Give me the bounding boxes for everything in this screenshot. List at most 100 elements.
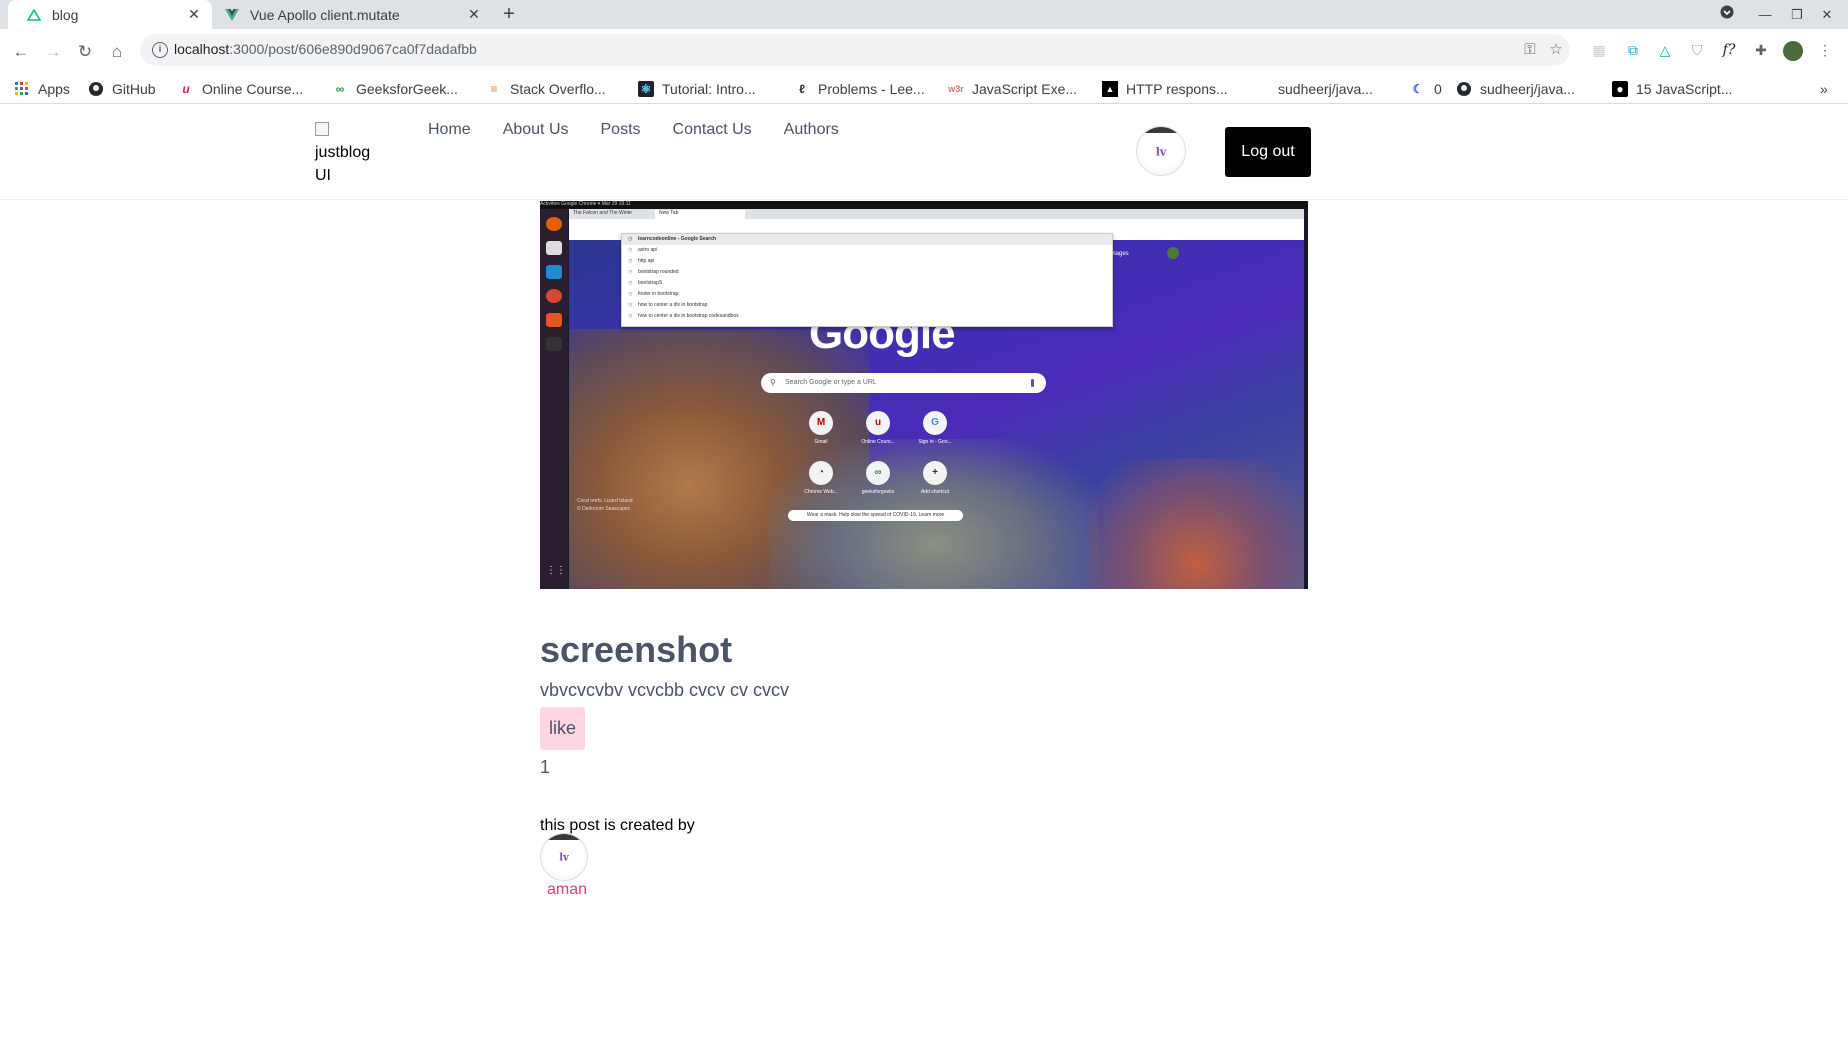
star-icon[interactable]: ☆ [1546, 40, 1566, 60]
bookmark-15-javascript[interactable]: ● 15 JavaScript... [1612, 79, 1733, 99]
nav-posts[interactable]: Posts [601, 121, 641, 139]
stackoverflow-icon: ≡ [490, 82, 498, 96]
puzzle-icon[interactable]: ✚ [1750, 39, 1772, 61]
shortcut-tile: M Gmail [791, 411, 851, 445]
bookmark-label: 0 [1434, 81, 1442, 97]
shortcut-label: Add shortcut [920, 489, 950, 495]
desktop-dock: ⋮⋮ [540, 209, 568, 589]
moon-icon: ☾ [1412, 82, 1424, 96]
nuxt-icon[interactable]: △ [1654, 39, 1676, 61]
site-header: justblog UI Home About Us Posts Contact … [0, 104, 1848, 200]
bookmarks-overflow-button[interactable]: » [1820, 79, 1828, 99]
photo-credit-line: © Darkroom Seascapes [577, 506, 631, 512]
bookmark-sudheerj-1[interactable]: sudheerj/java... [1278, 79, 1373, 99]
like-button[interactable]: like [540, 707, 585, 750]
bookmark-label: Problems - Lee... [818, 81, 925, 97]
shortcut-label: geeksforgeeks [861, 489, 895, 495]
nav-about-us[interactable]: About Us [503, 121, 569, 139]
new-tab-button[interactable]: + [497, 3, 521, 27]
bookmark-geeksforgeeks[interactable]: ∞ GeeksforGeek... [332, 79, 458, 99]
avatar-logo: lv [559, 852, 569, 864]
covid-banner: Wear a mask. Help slow the spread of COV… [788, 510, 963, 521]
function-icon[interactable]: f? [1718, 39, 1740, 61]
minimize-icon[interactable]: — [1754, 5, 1776, 25]
info-icon[interactable]: i [152, 42, 168, 58]
close-icon[interactable]: ✕ [466, 6, 482, 23]
restore-icon[interactable]: ❐ [1786, 5, 1808, 25]
user-avatar[interactable]: lv [1136, 126, 1186, 176]
medium-icon: ● [1612, 81, 1628, 97]
close-window-icon[interactable]: ✕ [1816, 5, 1838, 25]
close-icon[interactable]: ✕ [186, 6, 202, 23]
nav-authors[interactable]: Authors [784, 121, 839, 139]
omnibox-dropdown: learncodeonline - Google Search astro ap… [621, 233, 1113, 327]
tab-blog[interactable]: blog ✕ [8, 0, 212, 29]
screenshot-toolbar [569, 219, 1304, 231]
site-logo[interactable]: justblog UI [315, 118, 385, 187]
avatar-logo: lv [1155, 145, 1167, 159]
grid-icon: ⋮⋮ [546, 565, 566, 576]
bookmark-label: JavaScript Exe... [972, 81, 1078, 97]
extension-icon[interactable]: ⧉ [1622, 39, 1644, 61]
screenshot-browser: The Falcon and The Winte New Tab Images … [569, 209, 1304, 589]
author-link[interactable]: aman [547, 881, 587, 899]
bookmark-apps[interactable]: Apps [14, 79, 70, 99]
suggestion: bootstrapS [622, 278, 1112, 289]
leetcode-icon: ℓ [799, 82, 805, 96]
screenshot-avatar [1167, 247, 1179, 259]
bookmark-javascript[interactable]: w3r JavaScript Exe... [948, 79, 1077, 99]
extension-icon[interactable]: ▦ [1588, 39, 1610, 61]
screenshot-tab: New Tab [655, 210, 745, 219]
github-icon [1456, 81, 1472, 97]
logout-button[interactable]: Log out [1225, 127, 1311, 177]
files-icon [546, 241, 562, 255]
shortcut-tile: ◔ Chrome Web... [791, 461, 851, 495]
gmail-icon: M [809, 411, 833, 435]
shield-icon[interactable]: ⛉ [1686, 39, 1708, 61]
mdn-icon: ▲ [1102, 81, 1118, 97]
tab-vue-apollo[interactable]: Vue Apollo client.mutate ✕ [214, 0, 492, 29]
suggestion: astro api [622, 245, 1112, 256]
back-icon[interactable]: ← [8, 39, 34, 65]
post-image: Activities Google Chrome ▾ Mar 29 19:11 … [540, 201, 1308, 589]
bookmark-github[interactable]: GitHub [88, 79, 156, 99]
reload-icon[interactable]: ↻ [72, 39, 98, 65]
bookmark-stackoverflow[interactable]: ≡ Stack Overflo... [486, 79, 605, 99]
broken-image-icon [315, 122, 329, 136]
url-text[interactable]: localhost:3000/post/606e890d9067ca0f7dad… [174, 41, 477, 57]
shortcut-tile: + Add shortcut [905, 461, 965, 495]
suggestion: http api [622, 256, 1112, 267]
tab-search-icon[interactable] [1716, 5, 1738, 25]
google-icon: G [923, 411, 947, 435]
bookmark-online-course[interactable]: u Online Course... [178, 79, 303, 99]
shortcut-tile: G Sign in - Goo... [905, 411, 965, 445]
bookmark-http[interactable]: ▲ HTTP respons... [1102, 79, 1228, 99]
shortcut-tile: u Online Cours... [848, 411, 908, 445]
forward-icon[interactable]: → [40, 39, 66, 65]
address-bar[interactable]: i localhost:3000/post/606e890d9067ca0f7d… [140, 34, 1570, 66]
page: justblog UI Home About Us Posts Contact … [0, 104, 1848, 1053]
url-host: localhost [174, 41, 230, 57]
bookmark-sudheerj-2[interactable]: sudheerj/java... [1456, 79, 1575, 99]
shortcut-label: Sign in - Goo... [918, 439, 952, 445]
shortcut-label: Gmail [814, 439, 828, 445]
menu-icon[interactable]: ⋮ [1814, 39, 1836, 61]
lco-icon: u [182, 82, 190, 96]
firefox-icon [546, 217, 562, 231]
key-icon[interactable]: ⚿ [1520, 40, 1540, 60]
avatar[interactable] [1782, 39, 1804, 62]
add-icon: + [923, 461, 947, 485]
software-icon [546, 313, 562, 327]
bookmark-leetcode[interactable]: ℓ Problems - Lee... [794, 79, 925, 99]
post-body: vbvcvcvbv vcvcbb cvcv cv cvcv [540, 680, 790, 700]
bookmark-moon[interactable]: ☾ 0 [1410, 79, 1442, 99]
bookmark-label: sudheerj/java... [1278, 81, 1373, 97]
home-icon[interactable]: ⌂ [104, 39, 130, 65]
nav-contact-us[interactable]: Contact Us [673, 121, 752, 139]
bookmark-tutorial[interactable]: ⚛ Tutorial: Intro... [638, 79, 756, 99]
author-avatar[interactable]: lv [540, 833, 588, 881]
nav-home[interactable]: Home [428, 121, 471, 139]
github-icon [88, 81, 104, 97]
apps-grid-icon [14, 81, 30, 97]
suggestion: footer in bootstrap [622, 289, 1112, 300]
